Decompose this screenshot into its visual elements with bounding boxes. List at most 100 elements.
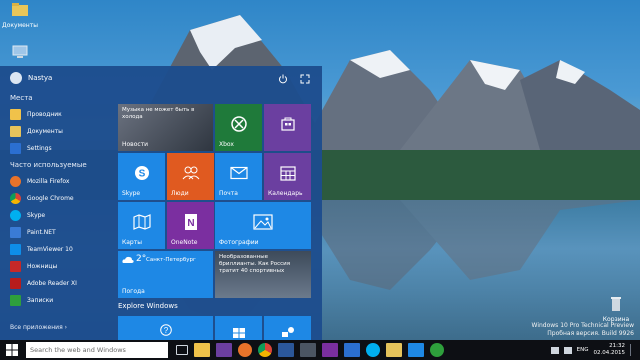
menu-item-documents[interactable]: Документы — [10, 123, 110, 139]
tile-photos[interactable]: Фотографии — [215, 202, 311, 249]
menu-item-label: Google Chrome — [27, 194, 74, 202]
menu-item-paintnet[interactable]: Paint.NET — [10, 224, 110, 240]
menu-item-firefox[interactable]: Mozilla Firefox — [10, 173, 110, 189]
windows-logo-icon — [232, 327, 245, 338]
places-title: Места — [10, 94, 33, 102]
firefox-icon[interactable] — [238, 343, 252, 357]
menu-item-label: Adobe Reader XI — [27, 279, 77, 287]
store-icon[interactable] — [216, 343, 232, 357]
skype-icon[interactable] — [366, 343, 380, 357]
onenote-icon: N — [184, 213, 197, 230]
firefox-icon — [10, 175, 21, 187]
tile-news[interactable]: Музыка не может быть в холода Новости — [118, 104, 213, 151]
tile-xbox[interactable]: Xbox — [215, 104, 262, 151]
tile-maps[interactable]: Карты — [118, 202, 165, 249]
desktop-icon-documents[interactable]: Документы — [2, 2, 38, 29]
scissors-icon — [10, 260, 21, 272]
gear-icon — [10, 142, 21, 154]
volume-icon[interactable] — [563, 346, 572, 354]
file-explorer-icon[interactable] — [194, 343, 210, 357]
tile-label: Карты — [122, 239, 142, 246]
chrome-icon — [10, 192, 21, 204]
menu-item-explorer[interactable]: Проводник — [10, 106, 110, 122]
settings-icon[interactable] — [344, 343, 360, 357]
menu-item-snipping[interactable]: Ножницы — [10, 258, 110, 274]
tile-people[interactable]: Люди — [167, 153, 214, 200]
menu-item-chrome[interactable]: Google Chrome — [10, 190, 110, 206]
svg-text:S: S — [138, 168, 145, 179]
user-account[interactable]: Nastya — [10, 72, 52, 84]
language-indicator[interactable]: ENG — [577, 347, 589, 353]
clock[interactable]: 21:32 02.04.2015 — [594, 343, 626, 357]
desktop-icon-label: Документы — [2, 22, 38, 29]
desktop-icon-computer[interactable] — [2, 44, 38, 64]
expand-icon[interactable] — [300, 74, 310, 84]
help-icon: ? — [159, 324, 172, 337]
greenshot-icon[interactable] — [430, 343, 444, 357]
tile-label: Новости — [122, 141, 149, 148]
power-icon[interactable] — [278, 74, 288, 84]
task-view-icon[interactable] — [176, 345, 188, 355]
tile-onenote[interactable]: N OneNote — [167, 202, 214, 249]
build-watermark: Windows 10 Pro Technical Preview Пробная… — [532, 322, 634, 338]
photo-app-icon[interactable] — [408, 343, 424, 357]
windows-logo-icon — [6, 344, 18, 356]
tile-skype[interactable]: S Skype — [118, 153, 165, 200]
search-input[interactable]: Search the web and Windows — [26, 342, 168, 358]
computer-icon — [12, 45, 28, 58]
menu-item-skype[interactable]: Skype — [10, 207, 110, 223]
menu-item-label: Paint.NET — [27, 228, 56, 236]
xbox-icon — [230, 115, 247, 132]
tile-label: Календарь — [268, 190, 303, 197]
svg-text:N: N — [187, 218, 194, 229]
teamviewer-icon — [10, 243, 21, 255]
tile-label: Skype — [122, 190, 141, 197]
tile-feedback[interactable] — [264, 316, 311, 340]
menu-item-label: Документы — [27, 127, 63, 135]
network-tray-icon[interactable] — [550, 346, 559, 354]
clock-time: 21:32 — [609, 343, 625, 349]
feedback-icon — [281, 326, 294, 337]
tile-label: Почта — [219, 190, 238, 197]
explorer-window-icon[interactable] — [386, 343, 402, 357]
menu-item-label: Settings — [27, 144, 52, 152]
calendar-icon — [279, 166, 296, 181]
folder-icon — [12, 3, 28, 16]
store-icon — [280, 117, 295, 131]
sticky-notes-icon — [10, 294, 21, 306]
desktop-icon-recycle-bin[interactable]: Корзина — [598, 296, 634, 323]
tile-mail[interactable]: Почта — [215, 153, 262, 200]
onenote-icon[interactable] — [322, 343, 338, 357]
menu-item-adobe-reader[interactable]: Adobe Reader XI — [10, 275, 110, 291]
tile-label: OneNote — [171, 239, 198, 246]
tile-help[interactable]: ? — [118, 316, 213, 340]
start-menu: Nastya Места Проводник Документы Setting… — [0, 66, 322, 340]
tile-label: Фотографии — [219, 239, 259, 246]
start-button[interactable] — [0, 340, 24, 360]
menu-item-label: Проводник — [27, 110, 62, 118]
menu-item-teamviewer[interactable]: TeamViewer 10 — [10, 241, 110, 257]
network-icon[interactable] — [300, 343, 316, 357]
system-tray: ENG 21:32 02.04.2015 — [550, 340, 636, 360]
cloud-icon — [122, 256, 134, 263]
menu-item-label: Ножницы — [27, 262, 58, 270]
tile-store[interactable] — [264, 104, 311, 151]
tile-weather[interactable]: 2° Санкт-Петербург Погода — [118, 251, 213, 298]
action-center-icon[interactable] — [630, 344, 636, 356]
mail-icon — [229, 166, 248, 179]
clock-date: 02.04.2015 — [593, 350, 626, 356]
tile-label: Погода — [122, 288, 145, 295]
menu-item-settings[interactable]: Settings — [10, 140, 110, 156]
word-icon[interactable] — [278, 343, 294, 357]
tile-sports[interactable]: Необразованные бриллианты. Как Россия тр… — [215, 251, 311, 298]
chrome-icon[interactable] — [258, 343, 272, 357]
menu-item-sticky-notes[interactable]: Записки — [10, 292, 110, 308]
map-icon — [132, 213, 151, 230]
tile-calendar[interactable]: Календарь — [264, 153, 311, 200]
photos-icon — [253, 214, 273, 230]
sports-headline: Необразованные бриллианты. Как Россия тр… — [219, 254, 291, 274]
tile-windows-feature[interactable] — [215, 316, 262, 340]
user-avatar-icon — [10, 72, 22, 84]
all-apps-link[interactable]: Все приложения › — [10, 324, 67, 331]
tile-label: Xbox — [219, 141, 234, 148]
